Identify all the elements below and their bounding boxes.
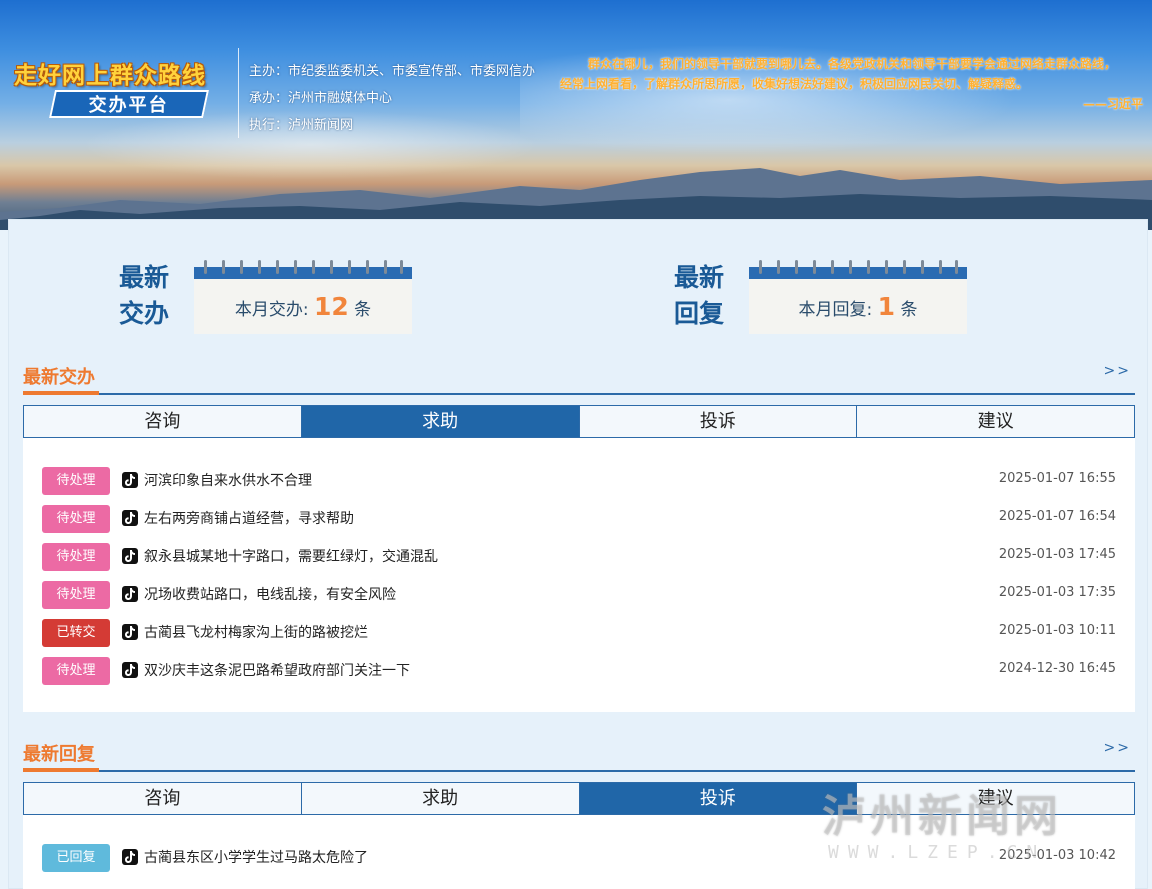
status-badge: 已回复 [42, 844, 110, 872]
douyin-icon [122, 624, 138, 640]
calendar-card: 本月交办: 12 条 [194, 260, 412, 334]
stat-assigned-count: 12 [313, 292, 349, 321]
list-item[interactable]: 待处理 双沙庆丰这条泥巴路希望政府部门关注一下 2024-12-30 16:45 [23, 650, 1135, 688]
latest-assigned-section: 最新交办 >> 咨询 求助 投诉 建议 待处理 河滨印象自来水供水不合理 2025-… [23, 363, 1135, 712]
more-link[interactable]: >> [1104, 740, 1131, 756]
douyin-icon [122, 662, 138, 678]
item-date: 2025-01-03 10:11 [998, 623, 1116, 638]
item-title[interactable]: 左右两旁商铺占道经营，寻求帮助 [144, 508, 354, 528]
item-title[interactable]: 况场收费站路口，电线乱接，有安全风险 [144, 584, 396, 604]
item-date: 2025-01-03 17:35 [998, 585, 1116, 600]
city-skyline [0, 168, 1152, 230]
douyin-icon [122, 849, 138, 865]
logo-subtitle: 交办平台 [49, 90, 209, 118]
section-title-underline [23, 391, 99, 395]
list-item[interactable]: 待处理 叙永县城某地十字路口，需要红绿灯，交通混乱 2025-01-03 17:45 [23, 536, 1135, 574]
category-tabs: 咨询 求助 投诉 建议 [23, 405, 1135, 438]
douyin-icon [122, 510, 138, 526]
quote-line: 经常上网看看，了解群众所思所愿，收集好想法好建议，积极回应网民关切、解疑释惑。 [560, 77, 1029, 91]
organizer-info: 主办：市纪委监委机关、市委宣传部、市委网信办 承办：泸州市融媒体中心 执行：泸州… [249, 58, 535, 139]
douyin-icon [122, 472, 138, 488]
tab-help[interactable]: 求助 [301, 406, 580, 437]
list-item[interactable]: 待处理 左右两旁商铺占道经营，寻求帮助 2025-01-07 16:54 [23, 498, 1135, 536]
douyin-icon [122, 586, 138, 602]
organizer-executor: 执行：泸州新闻网 [249, 118, 354, 133]
item-title[interactable]: 河滨印象自来水供水不合理 [144, 470, 312, 490]
header-banner: 走好网上群众路线 交办平台 主办：市纪委监委机关、市委宣传部、市委网信办 承办：… [0, 0, 1152, 230]
stat-replied-count: 1 [877, 292, 896, 321]
list-item[interactable]: 已转交 古蔺县飞龙村梅家沟上街的路被挖烂 2025-01-03 10:11 [23, 612, 1135, 650]
quote-author: ——习近平 [1082, 97, 1143, 111]
douyin-icon [122, 548, 138, 564]
status-badge: 待处理 [42, 543, 110, 571]
stat-replied-value: 本月回复: 1 条 [749, 279, 967, 334]
organizer-host: 主办：市纪委监委机关、市委宣传部、市委网信办 [249, 64, 536, 79]
organizer-undertaker: 承办：泸州市融媒体中心 [249, 91, 393, 106]
list-item[interactable]: 待处理 况场收费站路口，电线乱接，有安全风险 2025-01-03 17:35 [23, 574, 1135, 612]
section-divider [23, 770, 1135, 772]
status-badge: 待处理 [42, 505, 110, 533]
status-badge: 待处理 [42, 657, 110, 685]
tab-complaint[interactable]: 投诉 [579, 783, 858, 814]
stat-assigned-heading: 最新 交办 [119, 263, 170, 328]
more-link[interactable]: >> [1104, 363, 1131, 379]
tab-help[interactable]: 求助 [302, 783, 580, 814]
item-date: 2025-01-03 17:45 [998, 547, 1116, 562]
item-date: 2024-12-30 16:45 [998, 661, 1116, 676]
tab-consult[interactable]: 咨询 [24, 406, 302, 437]
section-title: 最新回复 [23, 744, 95, 765]
logo-title: 走好网上群众路线 [14, 63, 206, 89]
status-badge: 待处理 [42, 581, 110, 609]
list-item[interactable]: 待处理 河滨印象自来水供水不合理 2025-01-07 16:55 [23, 460, 1135, 498]
stat-assigned-value: 本月交办: 12 条 [194, 279, 412, 334]
assigned-list: 待处理 河滨印象自来水供水不合理 2025-01-07 16:55 待处理 左右两旁商铺… [23, 438, 1135, 712]
tab-complaint[interactable]: 投诉 [580, 406, 858, 437]
tab-suggestion[interactable]: 建议 [857, 406, 1134, 437]
status-badge: 待处理 [42, 467, 110, 495]
item-date: 2025-01-07 16:54 [998, 509, 1116, 524]
tab-consult[interactable]: 咨询 [24, 783, 302, 814]
item-date: 2025-01-07 16:55 [998, 471, 1116, 486]
platform-logo[interactable]: 走好网上群众路线 交办平台 [14, 56, 228, 120]
item-title[interactable]: 古蔺县东区小学学生过马路太危险了 [144, 847, 368, 867]
calendar-card: 本月回复: 1 条 [749, 260, 967, 334]
status-badge: 已转交 [42, 619, 110, 647]
site-watermark: 泸州新闻网 WWW.LZEP.CN [822, 791, 1062, 863]
quote-line: 群众在哪儿，我们的领导干部就要到哪儿去。各级党政机关和领导干部要学会通过网络走群… [588, 57, 1117, 71]
leader-quote: 群众在哪儿，我们的领导干部就要到哪儿去。各级党政机关和领导干部要学会通过网络走群… [560, 54, 1145, 114]
stat-replied-heading: 最新 回复 [674, 263, 725, 328]
item-title[interactable]: 叙永县城某地十字路口，需要红绿灯，交通混乱 [144, 546, 438, 566]
item-title[interactable]: 双沙庆丰这条泥巴路希望政府部门关注一下 [144, 660, 410, 680]
item-title[interactable]: 古蔺县飞龙村梅家沟上街的路被挖烂 [144, 622, 368, 642]
header-divider [238, 48, 239, 138]
section-title-underline [23, 768, 99, 772]
section-title: 最新交办 [23, 367, 95, 388]
section-divider [23, 393, 1135, 395]
